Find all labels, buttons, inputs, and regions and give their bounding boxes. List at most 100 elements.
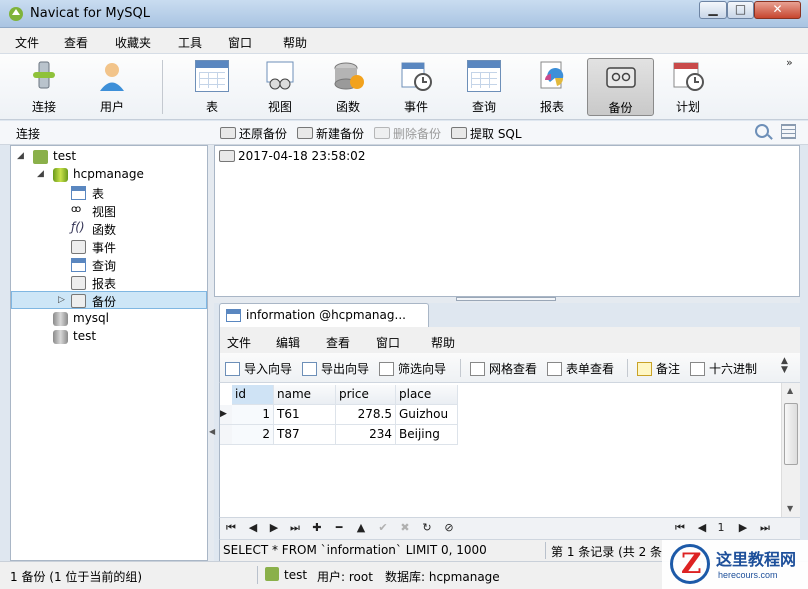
toolbar-function-button[interactable]: 函数 bbox=[316, 58, 380, 116]
table-cell[interactable]: 2 bbox=[232, 425, 274, 445]
menu-favorites[interactable]: 收藏夹 bbox=[115, 34, 151, 51]
menu-tools[interactable]: 工具 bbox=[178, 34, 202, 51]
tree-item-db-mysql[interactable]: mysql bbox=[11, 310, 207, 328]
table-menu-bar: 文件 编辑 查看 窗口 帮助 bbox=[219, 327, 800, 353]
toolbar-report-button[interactable]: 报表 bbox=[520, 58, 584, 116]
maximize-button[interactable]: □ bbox=[727, 1, 754, 19]
search-icon[interactable] bbox=[755, 124, 769, 138]
import-wizard-button[interactable]: 导入向导 bbox=[225, 360, 292, 377]
splitter-grip[interactable] bbox=[456, 297, 556, 301]
tree-item-connection-test[interactable]: ◢ test bbox=[11, 148, 207, 166]
toolbar-event-label: 事件 bbox=[403, 100, 428, 114]
row-indicator[interactable] bbox=[220, 425, 232, 445]
tab-information-table[interactable]: information @hcpmanag... bbox=[219, 303, 429, 327]
move-up-icon[interactable]: ▲ bbox=[353, 521, 369, 534]
menu-window[interactable]: 窗口 bbox=[228, 34, 252, 51]
scroll-down-icon[interactable]: ▼ bbox=[787, 504, 793, 513]
page-first-icon[interactable]: ⏮ bbox=[672, 521, 688, 535]
delete-record-icon[interactable]: ━ bbox=[331, 521, 347, 534]
scrollbar-thumb[interactable] bbox=[784, 403, 798, 465]
page-prev-icon[interactable]: ◀ bbox=[694, 521, 710, 534]
restore-backup-button[interactable]: 还原备份 bbox=[220, 124, 287, 142]
last-record-icon[interactable]: ⏭ bbox=[287, 521, 303, 535]
toolbar-connection-button[interactable]: 连接 bbox=[12, 58, 76, 116]
column-header-id[interactable]: id bbox=[232, 385, 274, 405]
splitter-arrow-icon[interactable]: ◀ bbox=[209, 427, 215, 436]
tree-item-tables[interactable]: 表 bbox=[11, 184, 207, 202]
first-record-icon[interactable]: ⏮ bbox=[223, 521, 239, 535]
table-menu-help[interactable]: 帮助 bbox=[431, 334, 455, 351]
table-menu-file[interactable]: 文件 bbox=[227, 334, 251, 351]
tree-item-reports[interactable]: 报表 bbox=[11, 274, 207, 292]
form-view-label: 表单查看 bbox=[566, 362, 615, 376]
column-header-name[interactable]: name bbox=[274, 385, 336, 405]
memo-button[interactable]: 备注 bbox=[637, 360, 680, 377]
toolbar-view-label: 视图 bbox=[267, 100, 292, 114]
toolbar-event-button[interactable]: 事件 bbox=[384, 58, 448, 116]
connection-icon bbox=[33, 150, 48, 164]
table-cell[interactable]: Beijing bbox=[396, 425, 458, 445]
tree-item-functions[interactable]: ƒ() 函数 bbox=[11, 220, 207, 238]
prev-record-icon[interactable]: ◀ bbox=[245, 521, 261, 534]
filter-wizard-button[interactable]: 筛选向导 bbox=[379, 360, 446, 377]
hex-button[interactable]: 十六进制 bbox=[690, 360, 757, 377]
table-cell[interactable]: 234 bbox=[336, 425, 396, 445]
apply-changes-icon[interactable]: ✔ bbox=[375, 521, 391, 534]
table-menu-window[interactable]: 窗口 bbox=[376, 334, 400, 351]
menu-help[interactable]: 帮助 bbox=[283, 34, 307, 51]
toolbar-overflow-icon[interactable]: » bbox=[786, 56, 793, 69]
tree-item-db-hcpmanage[interactable]: ◢ hcpmanage bbox=[11, 166, 207, 184]
page-next-icon[interactable]: ▶ bbox=[735, 521, 751, 534]
filter-icon bbox=[379, 361, 394, 376]
form-view-button[interactable]: 表单查看 bbox=[547, 360, 614, 377]
current-row-indicator-icon[interactable]: ▶ bbox=[220, 405, 232, 425]
refresh-icon[interactable]: ↻ bbox=[419, 521, 435, 534]
tree-item-db-test[interactable]: test bbox=[11, 328, 207, 346]
query-icon bbox=[467, 60, 501, 92]
toolbar-backup-button[interactable]: 备份 bbox=[587, 58, 654, 116]
collapse-icon[interactable]: ◢ bbox=[37, 169, 44, 179]
tree-item-queries[interactable]: 查询 bbox=[11, 256, 207, 274]
discard-changes-icon[interactable]: ✖ bbox=[397, 521, 413, 534]
table-cell[interactable]: T87 bbox=[274, 425, 336, 445]
vertical-scrollbar[interactable]: ▲ ▼ bbox=[781, 383, 800, 517]
table-cell[interactable]: 1 bbox=[232, 405, 274, 425]
tree-item-events[interactable]: 事件 bbox=[11, 238, 207, 256]
minimize-button[interactable]: ▁ bbox=[699, 1, 727, 19]
grid-view-button[interactable]: 网格查看 bbox=[470, 360, 537, 377]
export-wizard-button[interactable]: 导出向导 bbox=[302, 360, 369, 377]
tree-item-backups[interactable]: ▷ 备份 bbox=[11, 291, 207, 309]
stop-icon[interactable]: ⊘ bbox=[441, 521, 457, 534]
new-backup-button[interactable]: 新建备份 bbox=[297, 124, 364, 142]
toolbar-user-button[interactable]: 用户 bbox=[80, 58, 144, 116]
expand-icon[interactable]: ▷ bbox=[58, 295, 65, 305]
page-last-icon[interactable]: ⏭ bbox=[757, 521, 773, 535]
toolbar-table-button[interactable]: 表 bbox=[180, 58, 244, 116]
collapse-icon[interactable]: ◢ bbox=[17, 151, 24, 161]
menu-view[interactable]: 查看 bbox=[64, 34, 88, 51]
table-cell[interactable]: T61 bbox=[274, 405, 336, 425]
add-record-icon[interactable]: ✚ bbox=[309, 521, 325, 534]
menu-file[interactable]: 文件 bbox=[15, 34, 39, 51]
scroll-up-icon[interactable]: ▲ bbox=[787, 386, 793, 395]
toolbar-query-button[interactable]: 查询 bbox=[452, 58, 516, 116]
toolbar-overflow-icon[interactable]: ▲ ▼ bbox=[781, 357, 788, 375]
delete-backup-button[interactable]: 删除备份 bbox=[374, 124, 441, 142]
column-header-price[interactable]: price bbox=[336, 385, 396, 405]
list-view-icon[interactable] bbox=[781, 124, 796, 139]
column-header-place[interactable]: place bbox=[396, 385, 458, 405]
memo-label: 备注 bbox=[656, 362, 681, 376]
toolbar-schedule-button[interactable]: 计划 bbox=[656, 58, 720, 116]
next-record-icon[interactable]: ▶ bbox=[266, 521, 282, 534]
backup-list-item[interactable]: 2017-04-18 23:58:02 bbox=[219, 149, 365, 163]
new-backup-label: 新建备份 bbox=[316, 126, 365, 141]
toolbar-view-button[interactable]: 视图 bbox=[248, 58, 312, 116]
record-navigation-bar: ⏮ ◀ ▶ ⏭ ✚ ━ ▲ ✔ ✖ ↻ ⊘ ⏮ ◀ ▶ ⏭ 1 bbox=[219, 517, 800, 539]
table-menu-view[interactable]: 查看 bbox=[326, 334, 350, 351]
table-cell[interactable]: Guizhou bbox=[396, 405, 458, 425]
tree-item-views[interactable]: ꝏ 视图 bbox=[11, 202, 207, 220]
close-button[interactable]: ✕ bbox=[754, 1, 801, 19]
extract-sql-button[interactable]: 提取 SQL bbox=[451, 124, 522, 142]
table-menu-edit[interactable]: 编辑 bbox=[276, 334, 300, 351]
table-cell[interactable]: 278.5 bbox=[336, 405, 396, 425]
